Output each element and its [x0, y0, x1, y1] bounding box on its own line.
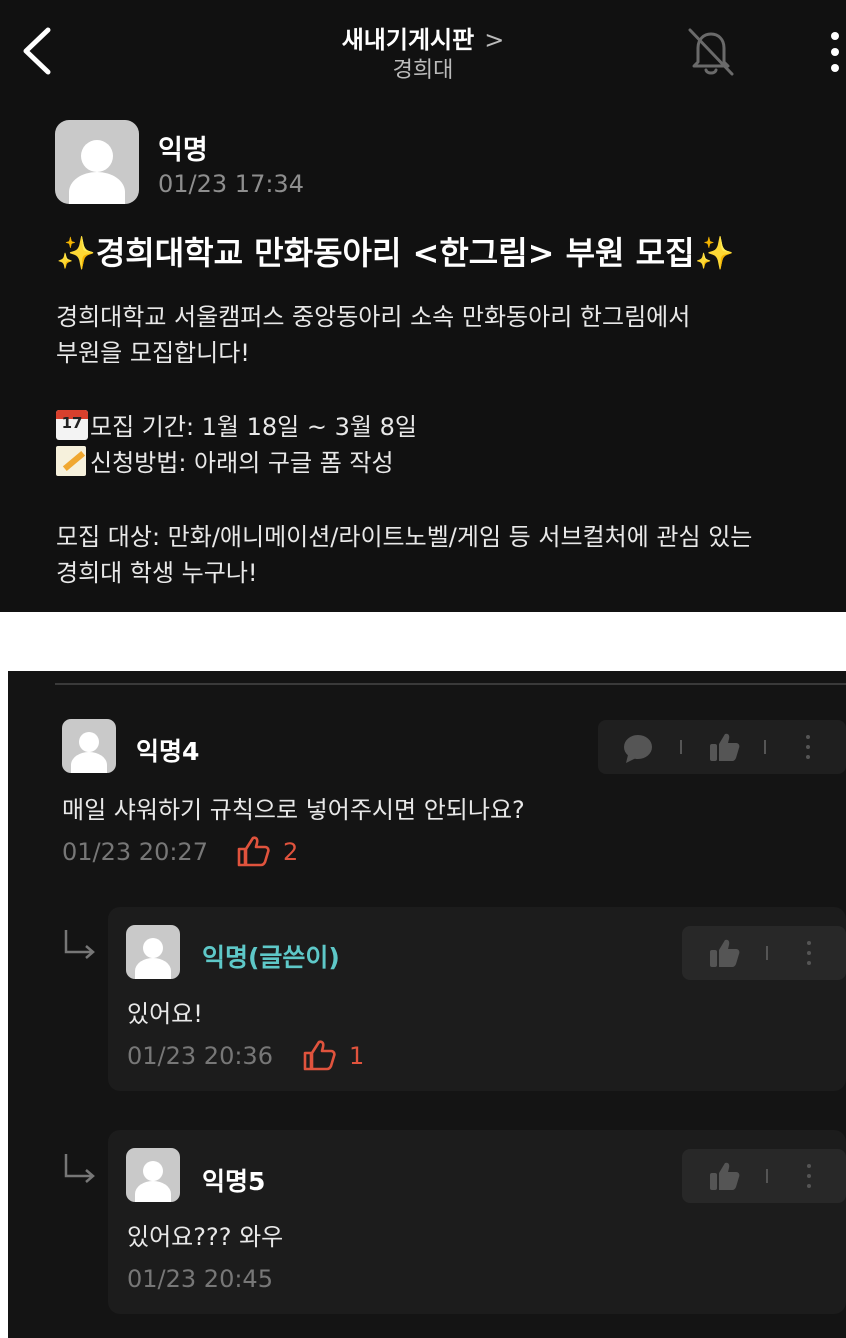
comment-text: 매일 샤워하기 규칙으로 넣어주시면 안되나요? [62, 796, 525, 824]
reply-avatar [126, 925, 180, 979]
post-period-line: 17 모집 기간: 1월 18일 ~ 3월 8일 [56, 410, 417, 444]
like-thumbs-up-icon [237, 836, 270, 867]
post-apply: 신청방법: 아래의 구글 폼 작성 [90, 449, 394, 477]
like-thumbs-up-icon [303, 1040, 336, 1071]
post-body-line1: 경희대학교 서울캠퍼스 중앙동아리 소속 만화동아리 한그림에서 [56, 303, 691, 331]
comment-author: 익명4 [136, 737, 200, 766]
memo-icon [56, 446, 86, 476]
reply-avatar [126, 1148, 180, 1202]
post-period: 모집 기간: 1월 18일 ~ 3월 8일 [90, 413, 417, 441]
thumbs-up-icon[interactable] [708, 1160, 740, 1192]
post-panel: 새내기게시판 > 경희대 익명 01/23 17:34 ✨경희대학교 만화동아리 … [0, 0, 846, 612]
reply-author-op: 익명(글쓴이) [202, 943, 340, 972]
reply-timestamp: 01/23 20:36 [127, 1042, 273, 1070]
comment-avatar [62, 719, 116, 773]
post-title: ✨경희대학교 만화동아리 <한그림> 부원 모집✨ [56, 228, 734, 274]
reply-more-icon[interactable] [806, 1164, 812, 1188]
reply-actions [682, 1149, 846, 1203]
post-target-line1: 모집 대상: 만화/애니메이션/라이트노벨/게임 등 서브컬처에 관심 있는 [56, 523, 753, 551]
thumbs-up-icon[interactable] [708, 731, 740, 763]
post-author-avatar [55, 120, 139, 204]
comment-icon[interactable] [622, 733, 654, 763]
post-timestamp: 01/23 17:34 [158, 170, 304, 198]
comment-actions [598, 720, 846, 774]
reply-text: 있어요! [127, 1000, 203, 1028]
bell-off-icon[interactable] [684, 26, 738, 78]
post-apply-line: 신청방법: 아래의 구글 폼 작성 [56, 446, 394, 480]
sparkle-left-icon: ✨ [56, 234, 96, 272]
more-vertical-icon[interactable] [826, 30, 846, 74]
post-title-text: 경희대학교 만화동아리 <한그림> 부원 모집 [95, 234, 695, 272]
reply-text: 있어요??? 와우 [127, 1223, 284, 1251]
calendar-icon: 17 [56, 410, 88, 440]
post-body-line2: 부원을 모집합니다! [56, 339, 250, 367]
thumbs-up-icon[interactable] [708, 937, 740, 969]
board-title-chevron: > [484, 26, 505, 54]
like-count: 1 [349, 1042, 365, 1070]
reply-more-icon[interactable] [806, 941, 812, 965]
comments-divider [55, 683, 846, 685]
like-count: 2 [283, 838, 299, 866]
reply-arrow-icon [64, 930, 95, 959]
reply-timestamp: 01/23 20:45 [127, 1265, 273, 1293]
post-target-line2: 경희대 학생 누구나! [56, 559, 258, 587]
reply-author: 익명5 [202, 1167, 266, 1196]
reply-actions [682, 926, 846, 980]
comment-timestamp: 01/23 20:27 [62, 838, 208, 866]
reply-arrow-icon [64, 1154, 95, 1183]
post-author-name: 익명 [158, 135, 208, 166]
comment-more-icon[interactable] [805, 735, 811, 759]
sparkle-right-icon: ✨ [694, 234, 735, 272]
